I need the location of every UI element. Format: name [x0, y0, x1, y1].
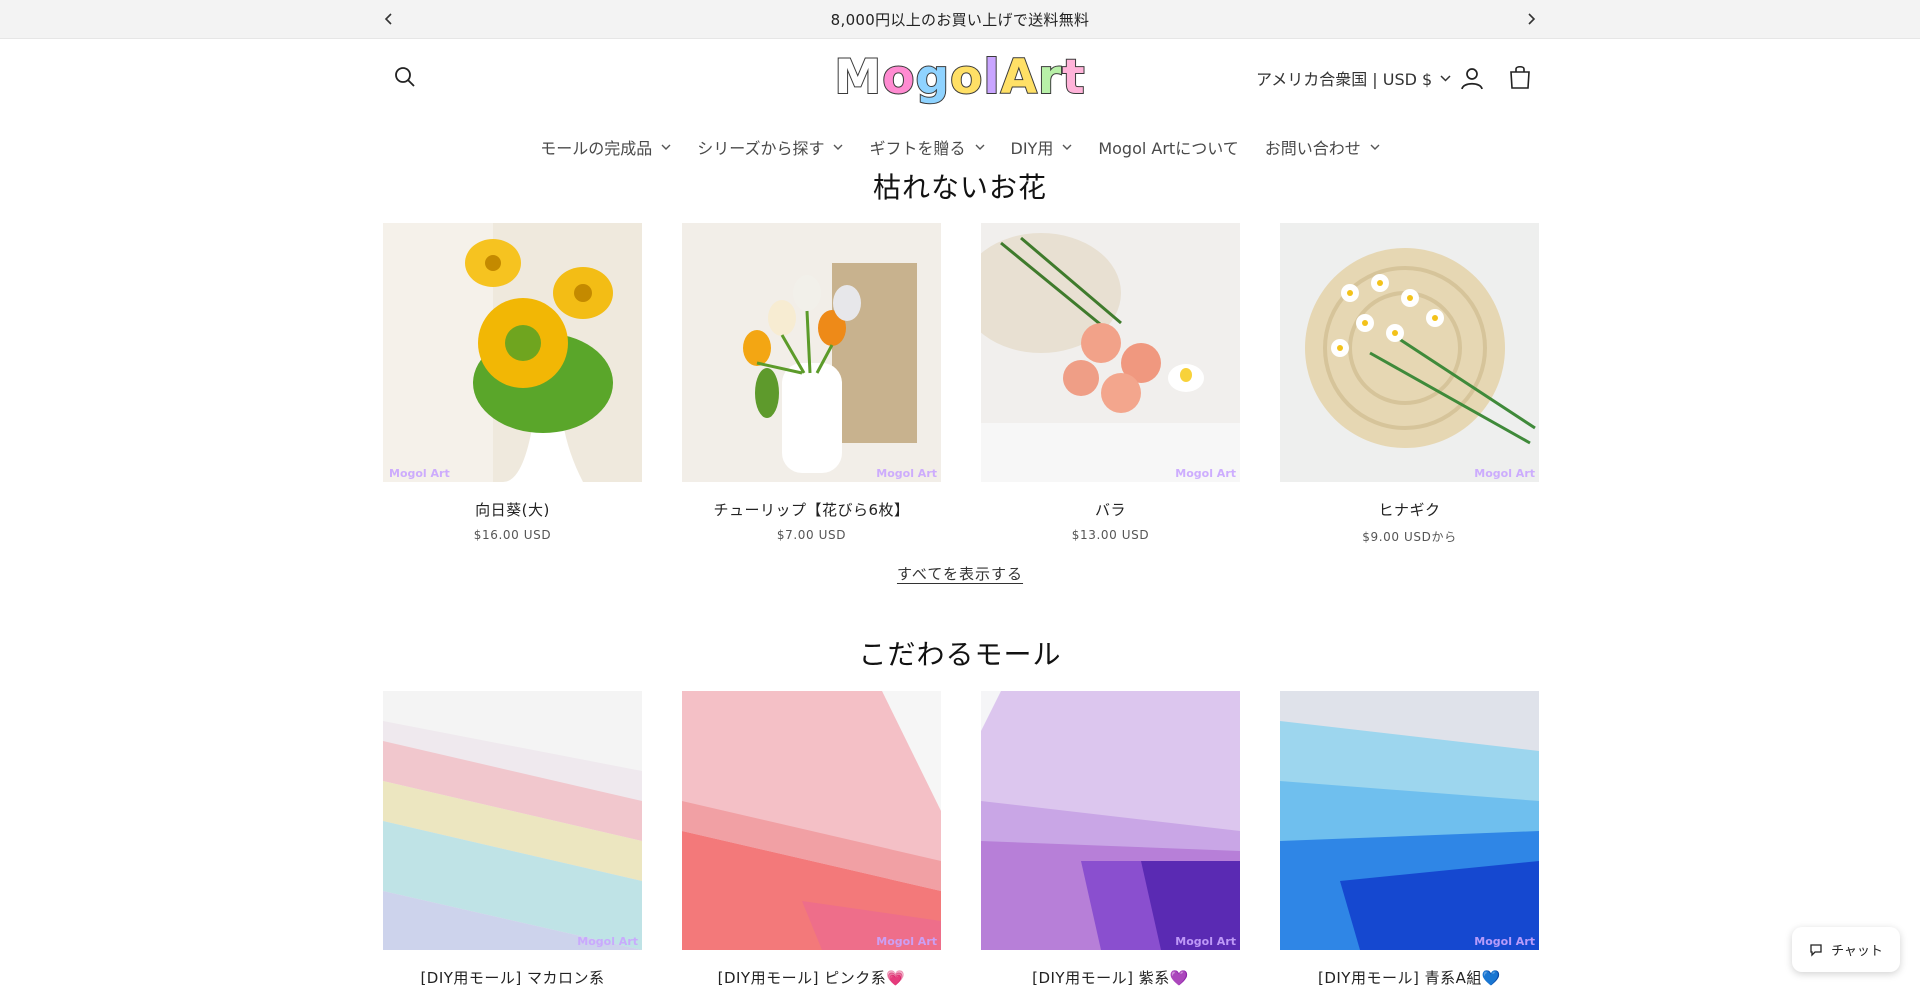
product-card[interactable]: Mogol Art [DIY用モール] ピンク系💗 [682, 691, 941, 988]
country-currency-selector[interactable]: アメリカ合衆国 | USD $ [1256, 64, 1451, 92]
product-image[interactable]: Mogol Art [981, 691, 1240, 950]
product-price: $9.00 USDから [1362, 530, 1457, 544]
search-icon [395, 67, 415, 87]
watermark: Mogol Art [577, 935, 638, 948]
product-price: $13.00 USD [1071, 528, 1150, 542]
product-title[interactable]: チューリップ【花びら6枚】 [682, 499, 941, 520]
logo-letter: g [914, 49, 951, 106]
watermark: Mogol Art [1474, 935, 1535, 948]
nav-item-label: ギフトを贈る [869, 139, 966, 158]
nav-item[interactable]: お問い合わせ [1252, 135, 1393, 159]
chevron-down-icon [975, 144, 984, 150]
account-button[interactable] [1456, 62, 1488, 94]
nav-item-label: DIY用 [1010, 139, 1054, 158]
section-title: こだわるモール [858, 638, 1062, 671]
country-currency-label: アメリカ合衆国 | USD $ [1256, 70, 1433, 89]
product-title[interactable]: バラ [981, 499, 1240, 520]
user-icon [1461, 68, 1483, 90]
product-title[interactable]: [DIY用モール] 紫系💜 [981, 967, 1240, 988]
chevron-down-icon [1062, 144, 1072, 150]
product-card[interactable]: Mogol Art チューリップ【花びら6枚】 $7.00 USD [682, 223, 941, 545]
product-image[interactable]: Mogol Art [1280, 223, 1539, 482]
nav-item[interactable]: DIY用 [998, 135, 1086, 159]
nav-item[interactable]: モールの完成品 [527, 135, 684, 159]
product-card[interactable]: Mogol Art バラ $13.00 USD [981, 223, 1240, 545]
announcement-bar: 8,000円以上のお買い上げで送料無料 [0, 0, 1920, 39]
chat-button[interactable]: チャット [1792, 927, 1900, 972]
nav-item[interactable]: Mogol Artについて [1085, 135, 1251, 159]
watermark: Mogol Art [389, 467, 450, 480]
main-navigation: モールの完成品 シリーズから探す ギフトを贈る DIY用 Mogol Artについて お問… [0, 132, 1920, 162]
nav-item-label: Mogol Artについて [1098, 139, 1239, 158]
product-grid: Mogol Art [DIY用モール] マカロン系 Mogol Art [DIY用モー… [383, 691, 1539, 988]
product-card[interactable]: Mogol Art [DIY用モール] マカロン系 [383, 691, 642, 988]
product-title[interactable]: [DIY用モール] 青系A組💙 [1280, 967, 1539, 988]
logo-letter: l [982, 49, 1001, 106]
product-price: $7.00 USD [776, 528, 847, 542]
nav-item-label: モールの完成品 [540, 139, 653, 158]
product-image[interactable]: Mogol Art [981, 223, 1240, 482]
product-card[interactable]: Mogol Art ヒナギク $9.00 USDから [1280, 223, 1539, 545]
logo-letter: r [1037, 49, 1063, 106]
view-all-container: すべてを表示する [0, 563, 1920, 584]
watermark: Mogol Art [876, 935, 937, 948]
announcement-text: 8,000円以上のお買い上げで送料無料 [830, 11, 1090, 29]
nav-item[interactable]: ギフトを贈る [856, 135, 997, 159]
product-price: $16.00 USD [473, 528, 552, 542]
chat-bubble-icon [1810, 943, 1822, 957]
product-card[interactable]: Mogol Art [DIY用モール] 青系A組💙 [1280, 691, 1539, 988]
product-image[interactable]: Mogol Art [682, 691, 941, 950]
logo-letter: M [833, 49, 883, 106]
site-logo[interactable]: Mogol Art [833, 48, 1086, 106]
nav-item-label: お問い合わせ [1264, 139, 1361, 158]
view-all-link[interactable]: すべてを表示する [897, 565, 1023, 583]
cart-button[interactable] [1503, 60, 1537, 94]
logo-letter: o [949, 49, 984, 106]
chevron-down-icon [1370, 144, 1380, 150]
chevron-right-icon [1528, 13, 1536, 25]
product-title[interactable]: [DIY用モール] マカロン系 [383, 967, 642, 988]
announcement-next-button[interactable] [1518, 6, 1544, 32]
product-title[interactable]: [DIY用モール] ピンク系💗 [682, 967, 941, 988]
logo-letter: t [1061, 49, 1086, 106]
logo-letter: o [881, 49, 916, 106]
cart-icon [1510, 65, 1530, 89]
product-grid: Mogol Art 向日葵(大) $16.00 USD Mogol Art チューリップ… [383, 223, 1539, 545]
product-image[interactable]: Mogol Art [383, 691, 642, 950]
product-card[interactable]: Mogol Art [DIY用モール] 紫系💜 [981, 691, 1240, 988]
watermark: Mogol Art [876, 467, 937, 480]
chat-label: チャット [1831, 944, 1883, 959]
product-image[interactable]: Mogol Art [682, 223, 941, 482]
nav-item[interactable]: シリーズから探す [684, 135, 856, 159]
search-button[interactable] [388, 60, 422, 94]
nav-item-label: シリーズから探す [697, 139, 825, 158]
logo-letter: A [1000, 49, 1038, 106]
watermark: Mogol Art [1474, 467, 1535, 480]
watermark: Mogol Art [1175, 935, 1236, 948]
product-image[interactable]: Mogol Art [1280, 691, 1539, 950]
chevron-down-icon [1440, 74, 1451, 82]
chevron-down-icon [661, 144, 671, 150]
product-image[interactable]: Mogol Art [383, 223, 642, 482]
site-header: Mogol Art アメリカ合衆国 | USD $ モールの完成品 シリーズから探… [0, 40, 1920, 170]
chevron-down-icon [833, 144, 843, 150]
section-title: 枯れないお花 [872, 171, 1047, 204]
watermark: Mogol Art [1175, 467, 1236, 480]
product-title[interactable]: ヒナギク [1280, 499, 1539, 520]
product-card[interactable]: Mogol Art 向日葵(大) $16.00 USD [383, 223, 642, 545]
product-title[interactable]: 向日葵(大) [383, 499, 642, 520]
